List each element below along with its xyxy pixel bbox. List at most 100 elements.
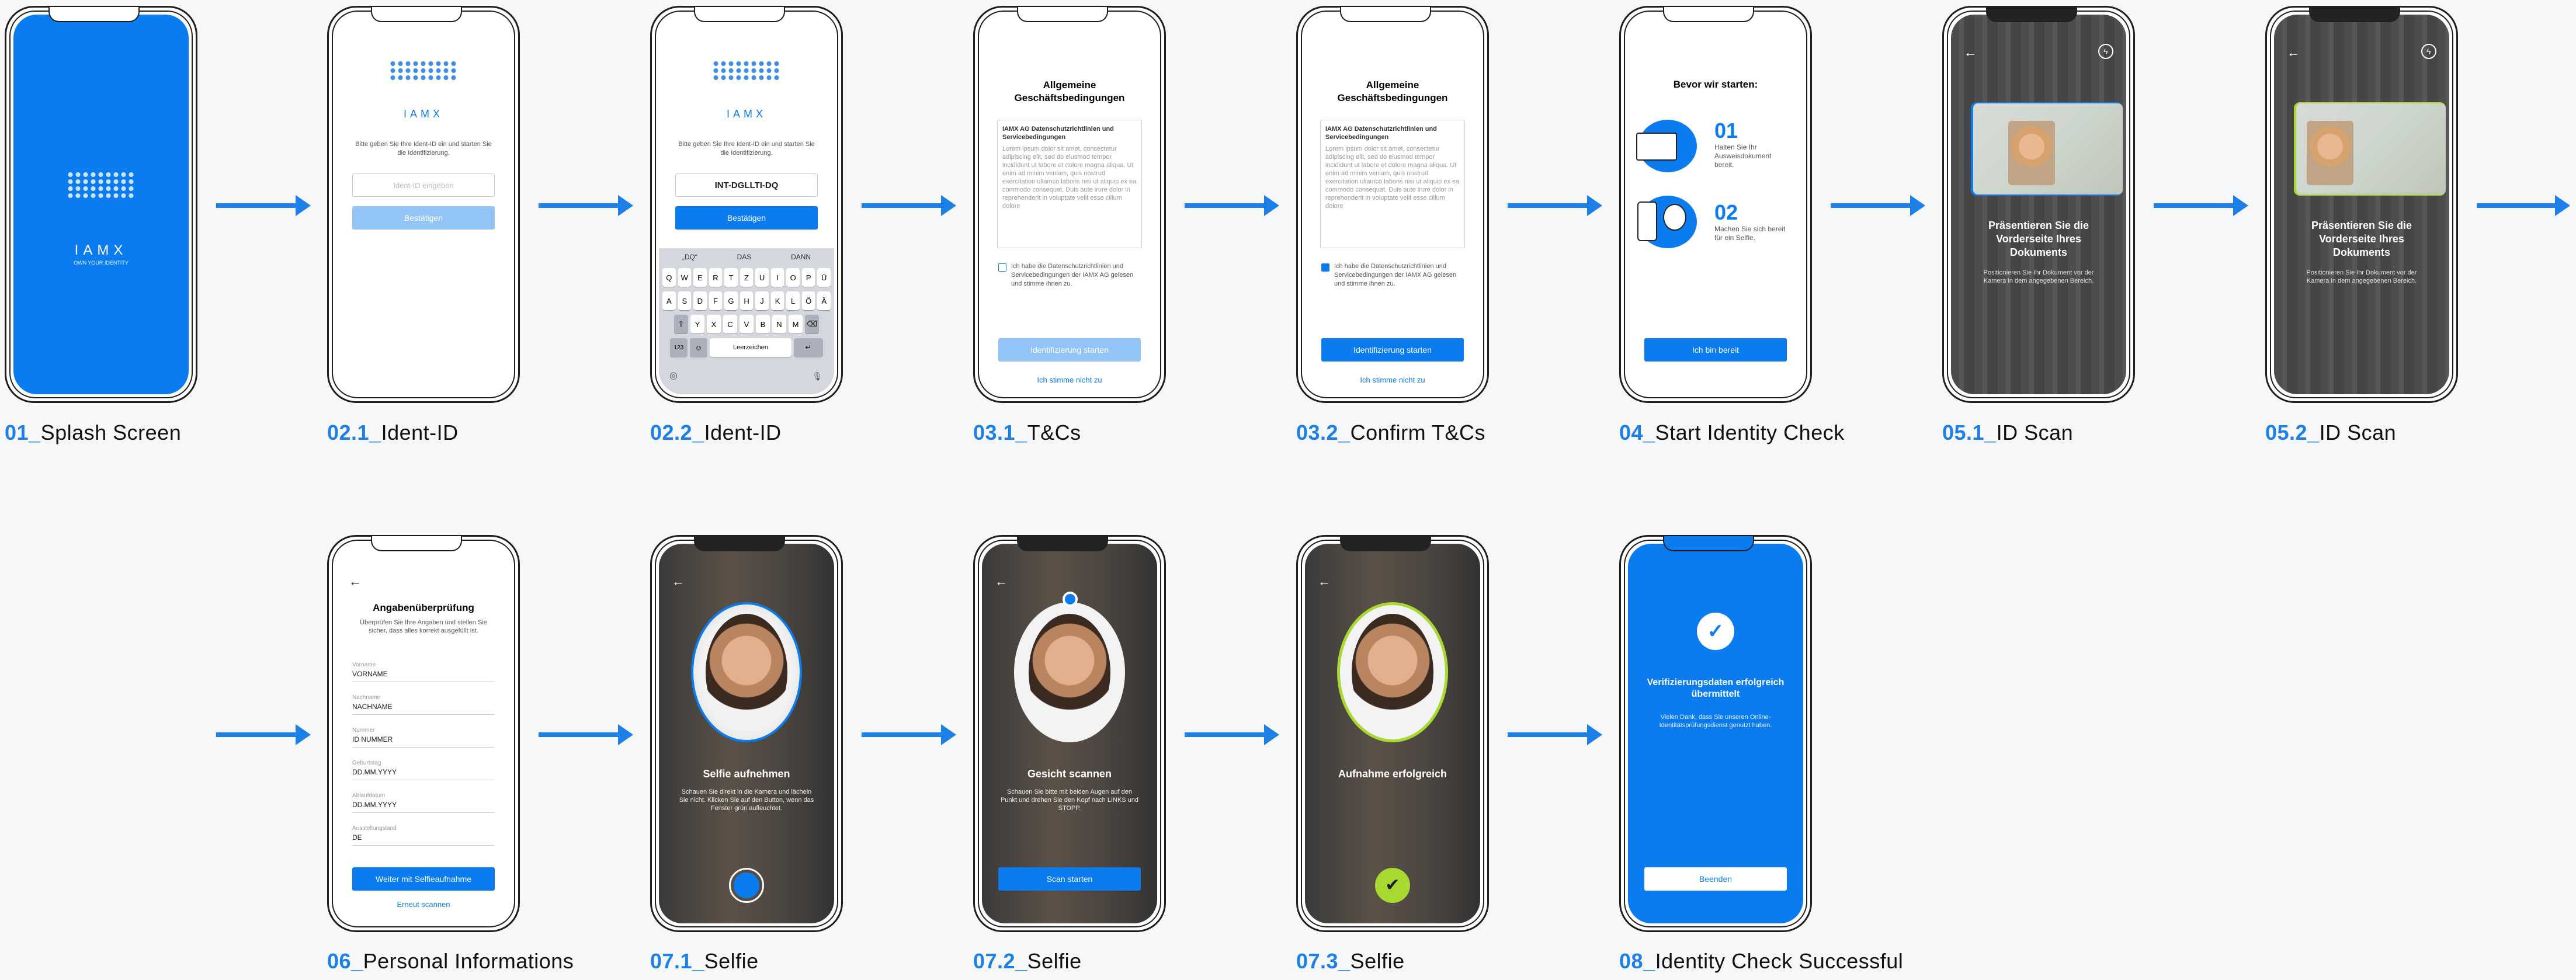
finish-button[interactable]: Beenden xyxy=(1644,867,1787,891)
field-label: Nachname xyxy=(352,694,381,701)
key[interactable]: Y xyxy=(690,315,704,333)
field-value[interactable]: ID NUMMER xyxy=(352,735,393,743)
start-scan-button[interactable]: Scan starten xyxy=(998,867,1141,891)
start-identification-button[interactable]: Identifizierung starten xyxy=(998,338,1141,362)
face-image xyxy=(1029,614,1110,731)
key[interactable]: K xyxy=(770,291,784,310)
tcs-box[interactable]: IAMX AG Datenschutzrichtlinien und Servi… xyxy=(997,120,1142,248)
flash-icon[interactable]: ϟ xyxy=(2421,44,2436,59)
field-value[interactable]: DE xyxy=(352,833,362,842)
right-arrow-icon xyxy=(1508,195,1602,216)
key[interactable]: F xyxy=(709,291,723,310)
ident-id-input[interactable]: INT-DGLLTI-DQ xyxy=(675,173,818,197)
field-value[interactable]: VORNAME xyxy=(352,670,388,678)
phone-success: ✓ Verifizierungsdaten erfolgreich übermi… xyxy=(1619,535,1812,932)
key[interactable]: C xyxy=(723,315,737,333)
success-text: Vielen Dank, dass Sie unseren Online-Ide… xyxy=(1659,714,1772,729)
key[interactable]: T xyxy=(724,268,738,287)
key[interactable]: B xyxy=(756,315,770,333)
back-arrow-icon[interactable]: ← xyxy=(1964,45,1977,60)
key[interactable]: A xyxy=(662,291,676,310)
caption: 02.2_Ident-ID xyxy=(650,421,782,444)
numbers-key[interactable]: 123 xyxy=(670,338,688,357)
suggestion[interactable]: DANN xyxy=(791,253,811,261)
confirm-button[interactable]: Bestätigen xyxy=(352,206,495,230)
key[interactable]: J xyxy=(755,291,769,310)
key[interactable]: H xyxy=(740,291,754,310)
key[interactable]: Ö xyxy=(801,291,815,310)
brand-name: IAMX xyxy=(74,242,128,258)
key[interactable]: N xyxy=(772,315,786,333)
decline-link[interactable]: Ich stimme nicht zu xyxy=(982,376,1157,384)
key[interactable]: G xyxy=(724,291,738,310)
key[interactable]: E xyxy=(693,268,707,287)
agree-checkbox[interactable] xyxy=(998,263,1006,272)
key[interactable]: Ä xyxy=(817,291,831,310)
capture-button[interactable] xyxy=(729,868,764,903)
caption: 08_Identity Check Successful xyxy=(1619,949,1904,973)
brand-name: IAMX xyxy=(726,108,766,120)
key[interactable]: P xyxy=(801,268,815,287)
tcs-box-text: Lorem ipsum dolor sit amet, consectetur … xyxy=(1002,145,1137,210)
phone-selfie-1: ← Selfie aufnehmen Schauen Sie direkt in… xyxy=(650,535,843,932)
back-arrow-icon[interactable]: ← xyxy=(349,574,362,589)
tcs-title: Allgemeine Geschäftsbedingungen xyxy=(1337,79,1448,103)
back-arrow-icon[interactable]: ← xyxy=(1318,574,1331,589)
globe-icon[interactable]: ◎ xyxy=(669,370,678,381)
back-arrow-icon[interactable]: ← xyxy=(2287,45,2300,60)
back-arrow-icon[interactable]: ← xyxy=(995,574,1008,589)
phone-selfie-2: ← ‹‹‹ Gesicht scannen Schauen Sie bitte … xyxy=(973,535,1166,932)
key[interactable]: S xyxy=(678,291,692,310)
field-value[interactable]: NACHNAME xyxy=(352,703,393,711)
success-screen: ✓ Verifizierungsdaten erfolgreich übermi… xyxy=(1628,544,1803,923)
tcs-title: Allgemeine Geschäftsbedingungen xyxy=(1014,79,1125,103)
space-key[interactable]: Leerzeichen xyxy=(710,338,791,357)
tcs-box-title: IAMX AG Datenschutzrichtlinien und Servi… xyxy=(1002,126,1114,141)
key[interactable]: U xyxy=(755,268,769,287)
caption: 05.2_ID Scan xyxy=(2265,421,2397,444)
key[interactable]: Q xyxy=(662,268,676,287)
key[interactable]: L xyxy=(786,291,800,310)
flash-icon[interactable]: ϟ xyxy=(2098,44,2113,59)
rescan-link[interactable]: Erneut scannen xyxy=(336,900,511,909)
suggestion[interactable]: DAS xyxy=(737,253,752,261)
key[interactable]: W xyxy=(678,268,692,287)
key[interactable]: I xyxy=(770,268,784,287)
field-value[interactable]: DD.MM.YYYY xyxy=(352,801,397,809)
decline-link[interactable]: Ich stimme nicht zu xyxy=(1305,376,1480,384)
right-arrow-icon xyxy=(2477,195,2570,216)
id-scan-screen: ← ϟ Präsentieren Sie die Vorderseite Ihr… xyxy=(1951,15,2126,394)
key[interactable]: X xyxy=(707,315,721,333)
key[interactable]: Ü xyxy=(817,268,831,287)
microphone-icon[interactable]: 🎙 xyxy=(812,371,822,381)
field-value[interactable]: DD.MM.YYYY xyxy=(352,768,397,776)
suggestion[interactable]: „DQ“ xyxy=(682,253,697,261)
caption: 01_Splash Screen xyxy=(5,421,182,444)
emoji-key[interactable]: ☺ xyxy=(690,338,707,357)
key[interactable]: V xyxy=(740,315,754,333)
key[interactable]: D xyxy=(693,291,707,310)
scan-title: Präsentieren Sie die Vorderseite Ihres D… xyxy=(1988,220,2089,258)
ident-id-input[interactable]: Ident-ID eingeben xyxy=(352,173,495,197)
right-arrow-icon xyxy=(216,195,311,216)
scan-instructions: Positionieren Sie Ihr Dokument vor der K… xyxy=(1983,269,2094,284)
backspace-key[interactable]: ⌫ xyxy=(805,315,819,333)
agree-checkbox[interactable] xyxy=(1321,263,1329,272)
confirm-button[interactable]: Bestätigen xyxy=(675,206,818,230)
key[interactable]: O xyxy=(786,268,800,287)
back-arrow-icon[interactable]: ← xyxy=(672,574,685,589)
ready-button[interactable]: Ich bin bereit xyxy=(1644,338,1787,362)
field-label: Geburtstag xyxy=(352,760,381,766)
tcs-box[interactable]: IAMX AG Datenschutzrichtlinien und Servi… xyxy=(1320,120,1465,248)
selfie1-title: Selfie aufnehmen xyxy=(703,768,790,780)
shift-key[interactable]: ⇧ xyxy=(674,315,688,333)
selfie3-screen: ← Aufnahme erfolgreich ✔ xyxy=(1305,544,1480,923)
key[interactable]: M xyxy=(789,315,803,333)
key[interactable]: R xyxy=(709,268,723,287)
right-arrow-icon xyxy=(1185,724,1279,745)
face-image xyxy=(1352,614,1433,731)
key[interactable]: Z xyxy=(740,268,754,287)
return-key[interactable]: ↵ xyxy=(794,338,823,357)
start-identification-button[interactable]: Identifizierung starten xyxy=(1321,338,1464,362)
continue-selfie-button[interactable]: Weiter mit Selfieaufnahme xyxy=(352,867,495,891)
